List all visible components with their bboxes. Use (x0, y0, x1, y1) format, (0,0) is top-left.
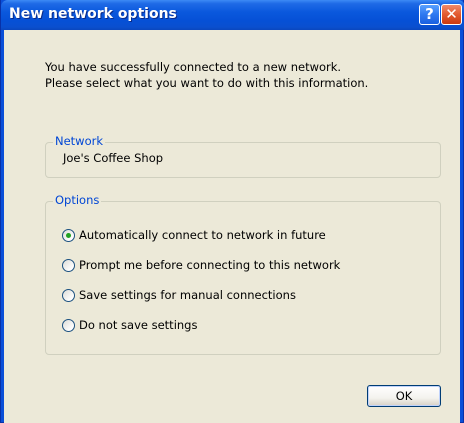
options-group-label: Options (53, 193, 102, 207)
intro-line-2: Please select what you want to do with t… (45, 76, 369, 90)
close-icon: ✕ (445, 5, 458, 23)
ok-button[interactable]: OK (367, 385, 441, 407)
radio-prompt-before-connecting[interactable]: Prompt me before connecting to this netw… (62, 257, 340, 273)
title-bar[interactable]: New network options ? ✕ (1, 0, 464, 30)
help-icon: ? (425, 5, 434, 23)
radio-button-icon[interactable] (62, 258, 75, 272)
intro-line-1: You have successfully connected to a new… (45, 60, 342, 74)
radio-button-icon[interactable] (62, 288, 75, 302)
radio-label[interactable]: Do not save settings (79, 318, 197, 332)
close-button[interactable]: ✕ (441, 4, 462, 25)
window-title: New network options (9, 6, 177, 22)
radio-label[interactable]: Automatically connect to network in futu… (79, 228, 326, 242)
network-name: Joe's Coffee Shop (63, 151, 164, 165)
radio-button-checked-icon[interactable] (62, 228, 75, 242)
help-button[interactable]: ? (419, 4, 440, 25)
radio-button-icon[interactable] (62, 318, 75, 332)
radio-save-manual[interactable]: Save settings for manual connections (62, 287, 296, 303)
radio-do-not-save[interactable]: Do not save settings (62, 317, 197, 333)
radio-label[interactable]: Save settings for manual connections (79, 288, 296, 302)
radio-label[interactable]: Prompt me before connecting to this netw… (79, 258, 340, 272)
intro-message: You have successfully connected to a new… (45, 59, 368, 91)
network-group-label: Network (53, 134, 106, 148)
radio-auto-connect[interactable]: Automatically connect to network in futu… (62, 227, 326, 243)
